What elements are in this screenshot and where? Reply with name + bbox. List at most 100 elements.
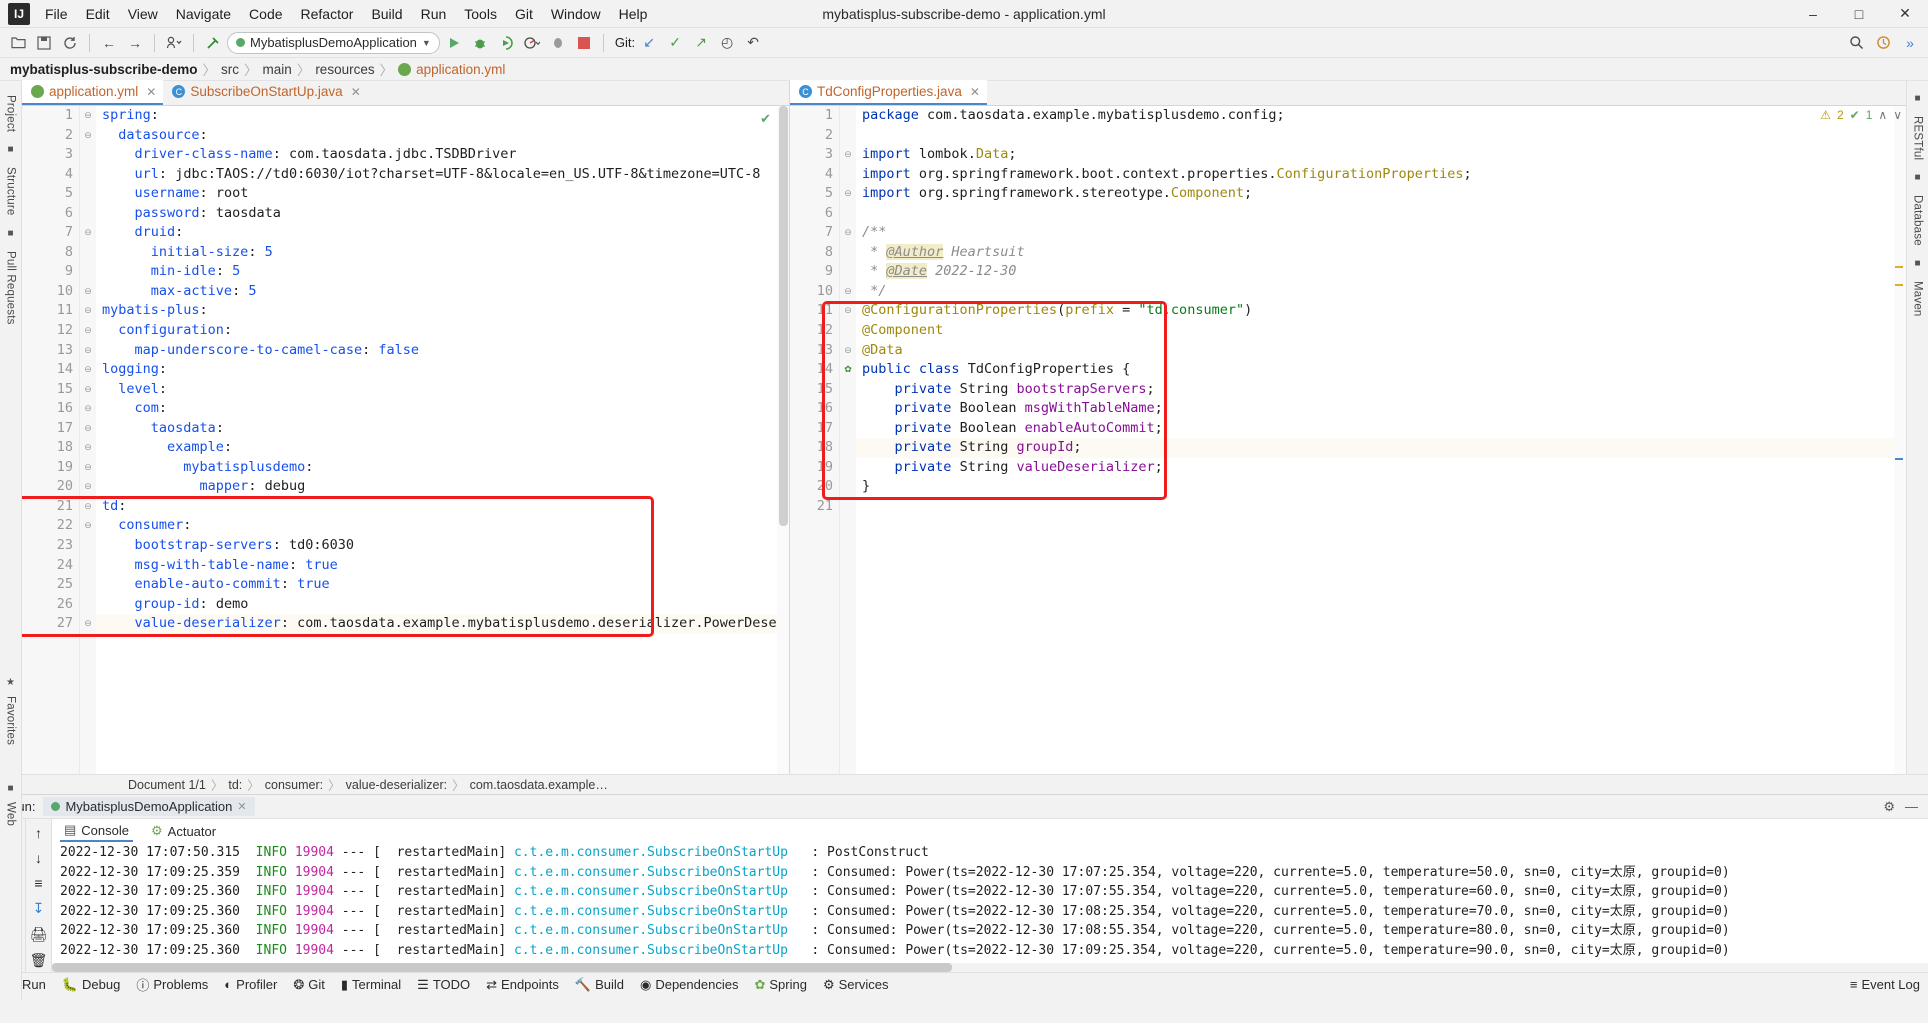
menu-help[interactable]: Help [610,3,657,25]
scroll-up-icon[interactable]: ↑ [35,825,42,841]
code-line[interactable]: min-idle: 5 [96,262,789,282]
fold-marker-icon[interactable]: ⊖ [80,380,96,400]
code-line[interactable]: taosdata: [96,419,789,439]
status-item-spring[interactable]: ✿ Spring [754,977,806,993]
code-line[interactable]: username: root [96,184,789,204]
minimize-button[interactable]: – [1790,0,1836,28]
code-line[interactable]: import org.springframework.boot.context.… [856,165,1906,185]
next-problem-icon[interactable]: ∨ [1893,108,1902,122]
code-line[interactable]: example: [96,438,789,458]
tab-application-yml[interactable]: application.yml ✕ [22,80,164,105]
menu-refactor[interactable]: Refactor [292,3,363,25]
doc-path-consumer[interactable]: consumer: [265,778,323,792]
build-hammer-icon[interactable] [201,31,225,55]
fold-marker-icon[interactable]: ⊖ [80,419,96,439]
code-line[interactable]: driver-class-name: com.taosdata.jdbc.TSD… [96,145,789,165]
code-line[interactable]: password: taosdata [96,204,789,224]
code-line[interactable]: com: [96,399,789,419]
scroll-marker-warning[interactable] [1895,266,1903,268]
git-rollback-icon[interactable]: ↶ [741,31,765,55]
code-line[interactable]: import lombok.Data; [856,145,1906,165]
code-line[interactable]: map-underscore-to-camel-case: false [96,341,789,361]
menu-build[interactable]: Build [362,3,411,25]
close-tab-icon[interactable]: ✕ [970,85,980,99]
fold-marker-icon[interactable]: ⊖ [80,360,96,380]
code-line[interactable]: */ [856,282,1906,302]
fold-marker-icon[interactable]: ⊖ [840,301,856,321]
scrollbar-thumb[interactable] [52,963,952,972]
fold-marker-icon[interactable]: ⊖ [80,341,96,361]
code-line[interactable]: initial-size: 5 [96,243,789,263]
fold-marker-icon[interactable]: ⊖ [80,282,96,302]
menu-file[interactable]: File [36,3,77,25]
fold-marker-icon[interactable]: ⊖ [840,341,856,361]
fold-marker-icon[interactable]: ⊖ [80,321,96,341]
code-line[interactable]: private Boolean enableAutoCommit; [856,419,1906,439]
code-line[interactable]: msg-with-table-name: true [96,556,789,576]
status-item-dependencies[interactable]: ◉ Dependencies [640,977,738,993]
code-content-java[interactable]: package com.taosdata.example.mybatisplus… [856,106,1906,774]
status-item-terminal[interactable]: ▮ Terminal [341,977,401,993]
sidebar-item-favorites[interactable]: Favorites [5,696,17,745]
sidebar-item-pull-requests[interactable]: Pull Requests [5,251,17,325]
forward-arrow-icon[interactable]: → [123,31,147,55]
status-item-profiler[interactable]: ◐ Profiler [224,977,277,992]
console-horizontal-scrollbar[interactable] [52,963,1928,972]
trash-icon[interactable]: 🗑 [30,952,48,969]
back-arrow-icon[interactable]: ← [97,31,121,55]
fold-marker-icon[interactable]: ⊖ [80,477,96,497]
close-tab-icon[interactable]: ✕ [146,85,156,99]
breadcrumb-src[interactable]: src [221,62,239,77]
code-line[interactable]: mybatis-plus: [96,301,789,321]
code-line[interactable]: private String valueDeserializer; [856,458,1906,478]
fold-marker-icon[interactable]: ⊖ [80,497,96,517]
status-item-build[interactable]: 🔨 Build [575,977,624,993]
fold-marker-icon[interactable]: ⊖ [80,301,96,321]
scroll-to-end-icon[interactable]: ↧ [33,900,45,917]
sidebar-item-project[interactable]: Project [5,95,17,132]
code-line[interactable]: logging: [96,360,789,380]
code-line[interactable]: spring: [96,106,789,126]
fold-marker-icon[interactable]: ⊖ [80,458,96,478]
menu-view[interactable]: View [119,3,167,25]
code-line[interactable]: value-deserializer: com.taosdata.example… [96,614,789,634]
fold-marker-icon[interactable]: ⊖ [80,438,96,458]
fold-marker-icon[interactable]: ⊖ [840,282,856,302]
sidebar-item-database[interactable]: Database [1912,195,1924,246]
breadcrumb-resources[interactable]: resources [315,62,374,77]
code-line[interactable]: private String groupId; [856,438,1906,458]
code-line[interactable]: private String bootstrapServers; [856,380,1906,400]
menu-edit[interactable]: Edit [77,3,119,25]
scroll-marker-warning[interactable] [1895,284,1903,286]
sync-icon[interactable] [58,31,82,55]
code-line[interactable]: max-active: 5 [96,282,789,302]
menu-run[interactable]: Run [412,3,456,25]
code-line[interactable]: bootstrap-servers: td0:6030 [96,536,789,556]
code-folding-gutter-right[interactable]: ⊖ ⊖ ⊖ ⊖ ⊖ ⊖ ✿ [840,106,856,774]
fold-marker-icon[interactable]: ⊖ [80,106,96,126]
breadcrumb-root[interactable]: mybatisplus-subscribe-demo [10,62,198,77]
code-line[interactable]: * @Author Heartsuit [856,243,1906,263]
checkmark-icon[interactable]: ✔ [1850,108,1860,122]
code-line[interactable]: private Boolean msgWithTableName; [856,399,1906,419]
run-button-icon[interactable] [442,31,466,55]
menu-window[interactable]: Window [542,3,610,25]
code-line[interactable]: td: [96,497,789,517]
scroll-marker-caret[interactable] [1895,458,1903,460]
tab-subscribe-on-startup-java[interactable]: C SubscribeOnStartUp.java ✕ [163,80,367,105]
breadcrumb-file[interactable]: application.yml [416,62,505,77]
code-line[interactable]: @Data [856,341,1906,361]
run-minimize-icon[interactable]: — [1905,799,1918,815]
code-folding-gutter-left[interactable]: ⊖ ⊖ ⊖ ⊖ ⊖ ⊖ ⊖ ⊖ ⊖ ⊖ ⊖ ⊖ ⊖ ⊖ ⊖ ⊖ ⊖ [80,106,96,774]
doc-path-value-deserializer[interactable]: value-deserializer: [346,778,447,792]
stop-button-icon[interactable] [572,31,596,55]
scrollbar-thumb[interactable] [779,106,788,526]
code-line[interactable] [856,204,1906,224]
close-button[interactable]: ✕ [1882,0,1928,28]
code-line[interactable]: consumer: [96,516,789,536]
status-item-problems[interactable]: ⓘ Problems [136,975,208,994]
inspection-ok-icon[interactable]: ✔ [760,111,771,127]
console-output[interactable]: 2022-12-30 17:07:50.315 INFO 19904 --- [… [52,843,1928,972]
sidebar-item-structure[interactable]: Structure [5,167,17,215]
git-commit-icon[interactable]: ✓ [663,31,687,55]
